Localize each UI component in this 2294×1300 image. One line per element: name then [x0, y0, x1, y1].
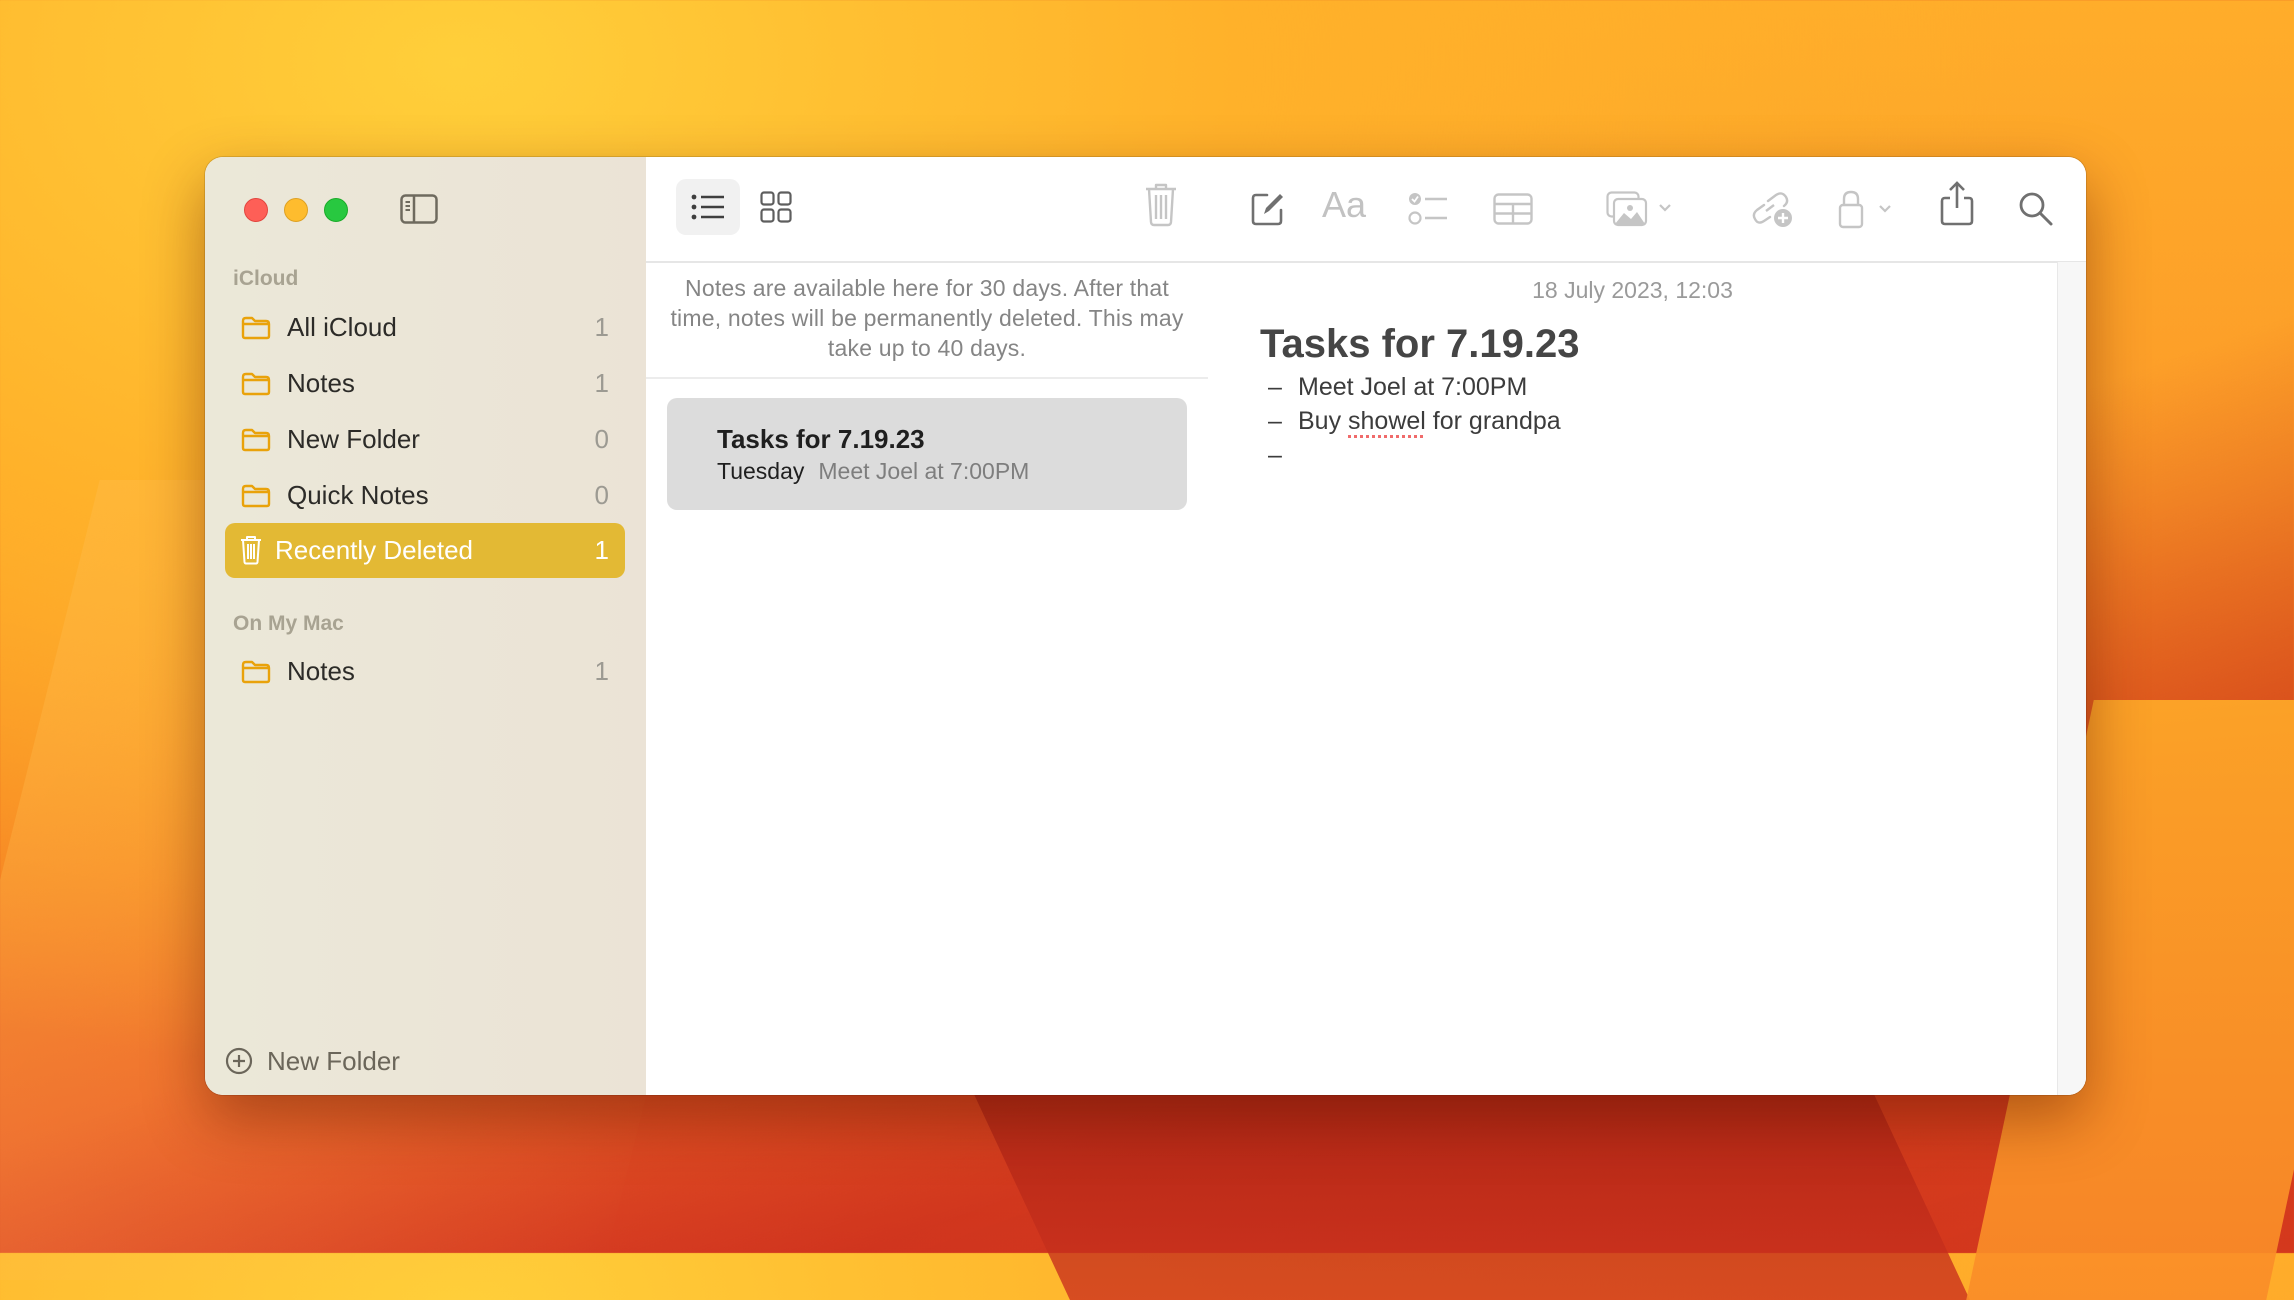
- recently-deleted-info: Notes are available here for 30 days. Af…: [670, 275, 1184, 361]
- list-view-button[interactable]: [676, 179, 740, 235]
- trash-icon: [241, 536, 261, 565]
- checklist-icon: [1408, 193, 1447, 225]
- bullet-item[interactable]: – Meet Joel at 7:00PM: [1268, 373, 1527, 402]
- bullet-text: for grandpa: [1425, 407, 1561, 435]
- zoom-window-button[interactable]: [324, 198, 348, 222]
- collaborate-icon: [1752, 192, 1792, 227]
- sidebar-item-all-icloud[interactable]: All iCloud 1: [225, 300, 625, 355]
- delete-button[interactable]: [1144, 183, 1178, 227]
- sidebar-icon: [400, 194, 438, 224]
- new-folder-button[interactable]: New Folder: [225, 1041, 400, 1081]
- sidebar-toggle-button[interactable]: [400, 194, 438, 224]
- share-button[interactable]: [1940, 181, 1974, 226]
- note-heading[interactable]: Tasks for 7.19.23: [1260, 322, 1579, 367]
- sidebar-item-mac-notes[interactable]: Notes 1: [225, 644, 625, 699]
- sidebar: iCloud All iCloud 1 Notes 1 New Folder 0…: [205, 157, 647, 1095]
- sidebar-item-new-folder[interactable]: New Folder 0: [225, 412, 625, 467]
- misspelled-word[interactable]: showel: [1348, 407, 1426, 435]
- scrollbar[interactable]: [2057, 262, 2086, 1095]
- format-button[interactable]: Aa: [1322, 183, 1366, 227]
- note-count: 1: [594, 656, 609, 686]
- bullet-text: Buy: [1298, 407, 1349, 435]
- media-button[interactable]: [1606, 187, 1674, 231]
- folder-icon: [241, 660, 271, 684]
- bullet-item[interactable]: – Buy showel for grandpa: [1268, 407, 1561, 436]
- note-count: 1: [594, 312, 609, 342]
- sidebar-item-label: New Folder: [287, 424, 420, 454]
- note-preview: Meet Joel at 7:00PM: [818, 458, 1030, 484]
- sidebar-item-label: Recently Deleted: [275, 535, 473, 565]
- note-subtitle: Tuesday Meet Joel at 7:00PM: [717, 458, 1029, 485]
- note-date-header: 18 July 2023, 12:03: [1532, 277, 1733, 303]
- format-icon: Aa: [1322, 184, 1367, 225]
- bullet-item-empty[interactable]: –: [1268, 441, 1298, 470]
- table-button[interactable]: [1493, 187, 1533, 231]
- sidebar-item-label: Notes: [287, 656, 355, 686]
- sidebar-item-notes[interactable]: Notes 1: [225, 356, 625, 411]
- media-icon: [1606, 191, 1671, 227]
- bullet-text: Meet Joel at 7:00PM: [1298, 373, 1528, 401]
- section-header-on-my-mac: On My Mac: [233, 612, 344, 635]
- compose-button[interactable]: [1250, 187, 1286, 231]
- share-icon: [1940, 181, 1974, 226]
- note-count: 1: [594, 368, 609, 398]
- close-window-button[interactable]: [244, 198, 268, 222]
- bullet-dash: –: [1268, 441, 1282, 469]
- sidebar-item-recently-deleted[interactable]: Recently Deleted 1: [225, 523, 625, 578]
- lock-button[interactable]: [1838, 187, 1898, 231]
- note-list-item[interactable]: Tasks for 7.19.23 Tuesday Meet Joel at 7:…: [667, 398, 1187, 510]
- minimize-window-button[interactable]: [284, 198, 308, 222]
- gallery-view-button[interactable]: [744, 179, 808, 235]
- note-count: 0: [594, 480, 609, 510]
- checklist-button[interactable]: [1408, 187, 1448, 231]
- lock-icon: [1838, 190, 1891, 229]
- search-button[interactable]: [2018, 187, 2054, 231]
- note-title: Tasks for 7.19.23: [717, 424, 925, 454]
- sidebar-item-quick-notes[interactable]: Quick Notes 0: [225, 468, 625, 523]
- folder-icon: [241, 316, 271, 340]
- sidebar-item-label: Notes: [287, 368, 355, 398]
- bullet-dash: –: [1268, 373, 1282, 401]
- trash-icon: [1146, 183, 1176, 227]
- sidebar-item-label: All iCloud: [287, 312, 397, 342]
- folder-icon: [241, 484, 271, 508]
- note-editor: Aa 18 July 2023, 12:03 Tasks for 7.19.23…: [1208, 157, 2086, 1095]
- search-icon: [2019, 192, 2053, 226]
- new-folder-label: New Folder: [267, 1045, 400, 1076]
- bullet-dash: –: [1268, 407, 1282, 435]
- plus-circle-icon: [225, 1047, 253, 1075]
- folder-icon: [241, 372, 271, 396]
- grid-icon: [760, 191, 792, 223]
- notes-window: iCloud All iCloud 1 Notes 1 New Folder 0…: [205, 157, 2086, 1095]
- note-list-pane: Notes are available here for 30 days. Af…: [646, 157, 1210, 1095]
- section-header-icloud: iCloud: [233, 267, 299, 290]
- sidebar-item-label: Quick Notes: [287, 480, 429, 510]
- table-icon: [1493, 193, 1533, 225]
- collaborate-button[interactable]: [1752, 187, 1794, 231]
- list-icon: [691, 194, 724, 220]
- divider: [646, 261, 1208, 263]
- note-count: 0: [594, 424, 609, 454]
- divider: [646, 377, 1208, 379]
- folder-icon: [241, 428, 271, 452]
- note-count: 1: [594, 535, 609, 565]
- divider: [1208, 261, 2086, 263]
- note-date: Tuesday: [717, 458, 805, 484]
- compose-icon: [1251, 193, 1283, 226]
